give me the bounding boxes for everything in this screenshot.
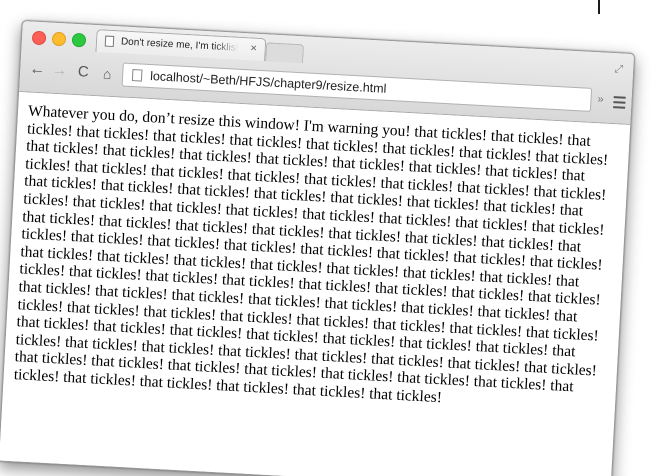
page-body-text: Whatever you do, don’t resize this windo… xyxy=(13,102,609,407)
fullscreen-icon[interactable]: ⤢ xyxy=(614,63,623,76)
home-button[interactable]: ⌂ xyxy=(98,64,117,83)
screenshot-stage: Don't resize me, I'm ticklish! × ⤢ ← → C… xyxy=(0,0,653,476)
page-icon xyxy=(104,35,115,47)
minimize-window-icon[interactable] xyxy=(51,31,67,47)
forward-button[interactable]: → xyxy=(50,62,69,81)
close-window-icon[interactable] xyxy=(31,30,47,46)
url-text: localhost/~Beth/HFJS/chapter9/resize.htm… xyxy=(149,69,387,96)
browser-tab[interactable]: Don't resize me, I'm ticklish! × xyxy=(95,29,267,62)
back-button[interactable]: ← xyxy=(28,60,47,79)
extensions-chevron-icon[interactable]: » xyxy=(597,93,604,105)
maximize-window-icon[interactable] xyxy=(71,32,87,48)
menu-icon[interactable] xyxy=(613,96,626,112)
reload-button[interactable]: C xyxy=(74,63,93,82)
new-tab-button[interactable] xyxy=(265,42,305,64)
tab-title: Don't resize me, I'm ticklish! xyxy=(120,36,240,55)
page-icon xyxy=(131,69,143,82)
page-content: Whatever you do, don’t resize this windo… xyxy=(0,91,631,476)
tab-close-icon[interactable]: × xyxy=(250,41,257,55)
frame-line xyxy=(598,0,600,14)
browser-window: Don't resize me, I'm ticklish! × ⤢ ← → C… xyxy=(0,20,636,476)
